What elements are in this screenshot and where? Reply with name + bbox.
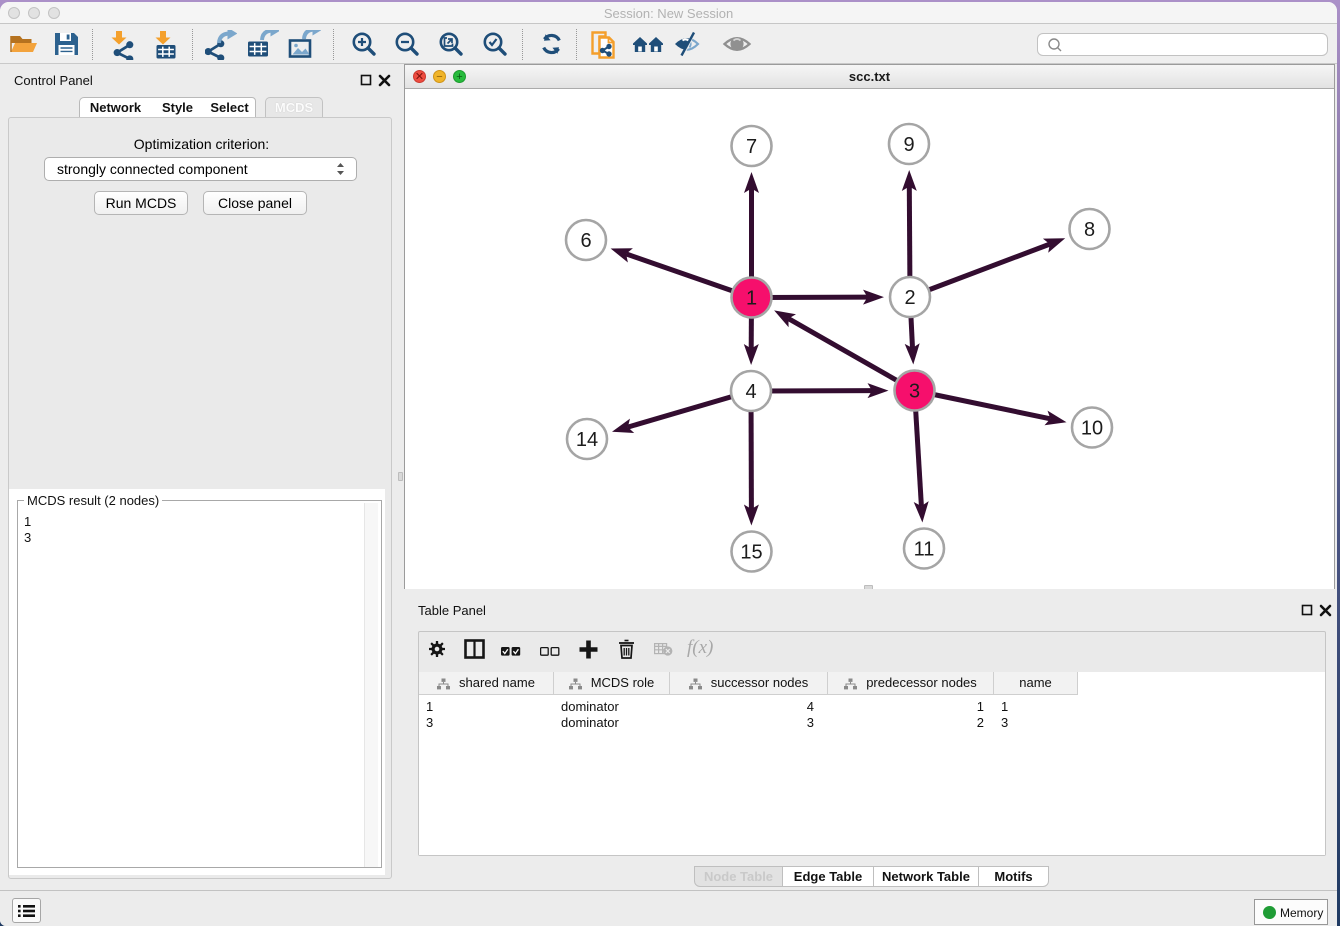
svg-text:2: 2	[904, 287, 915, 309]
svg-text:9: 9	[903, 134, 914, 156]
svg-text:15: 15	[740, 542, 762, 564]
svg-text:10: 10	[1081, 418, 1103, 440]
svg-text:6: 6	[580, 230, 591, 252]
svg-text:14: 14	[576, 429, 598, 451]
svg-text:1: 1	[746, 288, 757, 310]
svg-text:3: 3	[909, 381, 920, 403]
svg-text:11: 11	[914, 539, 935, 561]
svg-text:4: 4	[745, 381, 756, 403]
svg-text:7: 7	[746, 136, 757, 158]
svg-text:8: 8	[1084, 219, 1095, 241]
